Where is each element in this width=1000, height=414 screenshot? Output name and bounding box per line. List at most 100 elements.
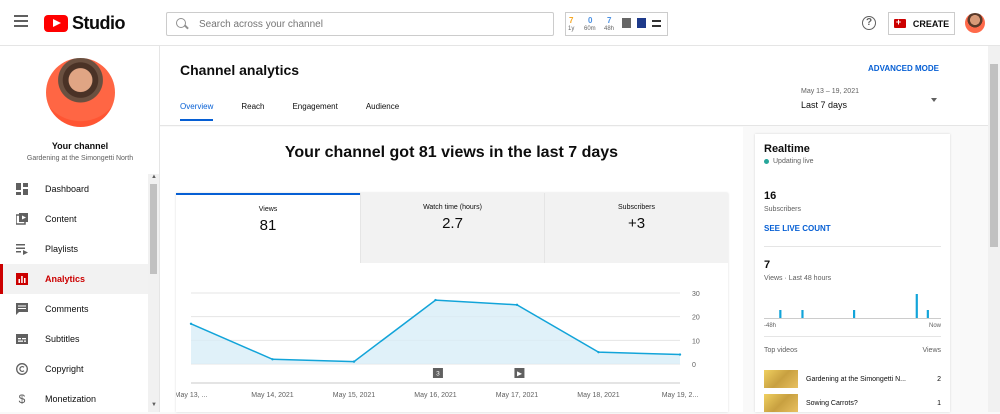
sidebar-item-label: Subtitles xyxy=(45,334,80,344)
realtime-bar xyxy=(779,310,782,318)
divider xyxy=(764,246,941,247)
ext-stat-label: 1y xyxy=(568,26,575,32)
x-tick-label: May 13, ... xyxy=(176,392,207,399)
top-video-row[interactable]: Gardening at the Simongetti N... 2 xyxy=(764,368,941,390)
scroll-up-icon[interactable]: ▲ xyxy=(151,174,157,180)
data-point xyxy=(189,322,193,325)
youtube-logo-icon xyxy=(44,15,68,32)
ext-stat-label: 48h xyxy=(604,26,615,32)
ext-stat-label: 60m xyxy=(584,26,596,32)
ext-menu-icon[interactable] xyxy=(652,20,661,27)
x-tick-label: May 14, 2021 xyxy=(251,392,294,399)
page-scroll-thumb[interactable] xyxy=(990,64,998,247)
metrics-card: Views 81 Watch time (hours) 2.7 Subscrib… xyxy=(176,193,728,412)
metric-tab-watch-time[interactable]: Watch time (hours) 2.7 xyxy=(360,193,544,263)
search-icon[interactable] xyxy=(167,13,191,35)
metric-tab-subscribers[interactable]: Subscribers +3 xyxy=(544,193,728,263)
search-input[interactable] xyxy=(199,18,539,30)
live-dot-icon xyxy=(764,159,769,164)
channel-name: Gardening at the Simongetti North xyxy=(26,155,134,162)
date-range-select[interactable]: Last 7 days xyxy=(801,100,847,110)
dollar-icon: $ xyxy=(18,392,26,406)
tab-audience[interactable]: Audience xyxy=(366,102,399,121)
sidebar-item-label: Content xyxy=(45,214,77,224)
tab-overview[interactable]: Overview xyxy=(180,102,214,121)
y-tick-label: 0 xyxy=(692,362,696,369)
sidebar-scrollbar[interactable]: ▲ ▼ xyxy=(148,174,159,412)
x-tick-label: May 19, 2... xyxy=(662,392,699,399)
tab-reach[interactable]: Reach xyxy=(241,102,264,121)
content-icon xyxy=(15,213,28,225)
ext-stat-value: 0 xyxy=(588,16,593,25)
create-button[interactable]: CREATE xyxy=(888,12,955,35)
analytics-tabs: Overview Reach Engagement Audience xyxy=(180,102,427,121)
realtime-subscribers: 16 xyxy=(764,190,777,202)
chevron-down-icon[interactable] xyxy=(931,98,937,102)
sidebar-item-label: Dashboard xyxy=(45,184,90,194)
channel-avatar[interactable] xyxy=(46,58,115,127)
sidebar-item-dashboard[interactable]: Dashboard xyxy=(0,174,148,204)
sidebar-item-comments[interactable]: Comments xyxy=(0,294,148,324)
realtime-bar xyxy=(853,310,856,318)
sidebar-item-subtitles[interactable]: Subtitles xyxy=(0,324,148,354)
sidebar: Your channel Gardening at the Simongetti… xyxy=(0,46,160,412)
tab-engagement[interactable]: Engagement xyxy=(292,102,337,121)
top-video-row[interactable]: Sowing Carrots? 1 xyxy=(764,392,941,414)
sidebar-item-label: Comments xyxy=(45,304,89,314)
video-views: 2 xyxy=(937,375,941,383)
realtime-subscribers-label: Subscribers xyxy=(764,206,801,213)
studio-logo[interactable]: Studio xyxy=(44,13,126,34)
x-tick-label: May 17, 2021 xyxy=(496,392,539,399)
account-avatar[interactable] xyxy=(965,13,985,33)
top-videos-label: Top videos xyxy=(764,347,798,354)
menu-icon[interactable] xyxy=(14,15,28,27)
create-label: CREATE xyxy=(912,18,950,29)
realtime-views-chart[interactable] xyxy=(764,289,941,319)
views-chart[interactable]: 0 10 20 30 May 13, ... May 14, 2021 May 15, 20… xyxy=(176,263,728,412)
sidebar-item-label: Playlists xyxy=(45,244,79,254)
data-point xyxy=(352,360,356,363)
x-tick-label: May 16, 2021 xyxy=(414,392,457,399)
y-tick-label: 30 xyxy=(692,291,700,298)
video-title: Gardening at the Simongetti N... xyxy=(806,375,906,383)
scroll-down-icon[interactable]: ▼ xyxy=(151,402,157,408)
date-range-text[interactable]: May 13 – 19, 2021 xyxy=(801,88,859,95)
metric-label: Watch time (hours) xyxy=(423,204,482,211)
video-camera-icon xyxy=(893,17,906,28)
sidebar-item-analytics[interactable]: Analytics xyxy=(0,264,148,294)
views-headline: Your channel got 81 views in the last 7 … xyxy=(284,144,619,161)
sidebar-scroll-thumb[interactable] xyxy=(150,184,157,274)
sidebar-item-label: Monetization xyxy=(45,394,97,404)
sidebar-item-monetization[interactable]: $ Monetization xyxy=(0,384,148,412)
ext-play-icon[interactable] xyxy=(637,18,646,28)
search-box[interactable] xyxy=(166,12,554,36)
advanced-mode-button[interactable]: ADVANCED MODE xyxy=(868,64,939,73)
extension-widget[interactable]: 7 1y 0 60m 7 48h xyxy=(565,12,668,36)
ext-chart-icon[interactable] xyxy=(622,18,631,28)
analytics-icon xyxy=(16,273,28,285)
sidebar-item-copyright[interactable]: Copyright xyxy=(0,354,148,384)
page-scrollbar[interactable] xyxy=(988,46,1000,412)
page-title: Channel analytics xyxy=(180,62,300,78)
comments-icon xyxy=(16,303,28,315)
realtime-title: Realtime xyxy=(764,143,810,155)
realtime-axis-start: -48h xyxy=(764,323,777,329)
help-icon[interactable]: ? xyxy=(862,16,876,30)
realtime-status: Updating live xyxy=(764,158,813,165)
metric-tab-views[interactable]: Views 81 xyxy=(176,193,360,263)
sidebar-item-playlists[interactable]: Playlists xyxy=(0,234,148,264)
realtime-status-text: Updating live xyxy=(773,158,814,165)
sidebar-item-content[interactable]: Content xyxy=(0,204,148,234)
x-tick-label: May 18, 2021 xyxy=(577,392,620,399)
video-title: Sowing Carrots? xyxy=(806,399,858,407)
realtime-bar xyxy=(915,294,918,318)
publish-marker-label: 3 xyxy=(436,371,440,378)
analytics-header: Channel analytics ADVANCED MODE Overview… xyxy=(160,46,988,126)
see-live-count-link[interactable]: SEE LIVE COUNT xyxy=(764,224,831,233)
overview-panel: Your channel got 81 views in the last 7 … xyxy=(160,127,743,412)
realtime-bar xyxy=(926,310,929,318)
dashboard-icon xyxy=(16,183,28,195)
logo-text: Studio xyxy=(72,13,126,33)
realtime-views: 7 xyxy=(764,259,771,271)
y-tick-label: 10 xyxy=(692,338,700,345)
